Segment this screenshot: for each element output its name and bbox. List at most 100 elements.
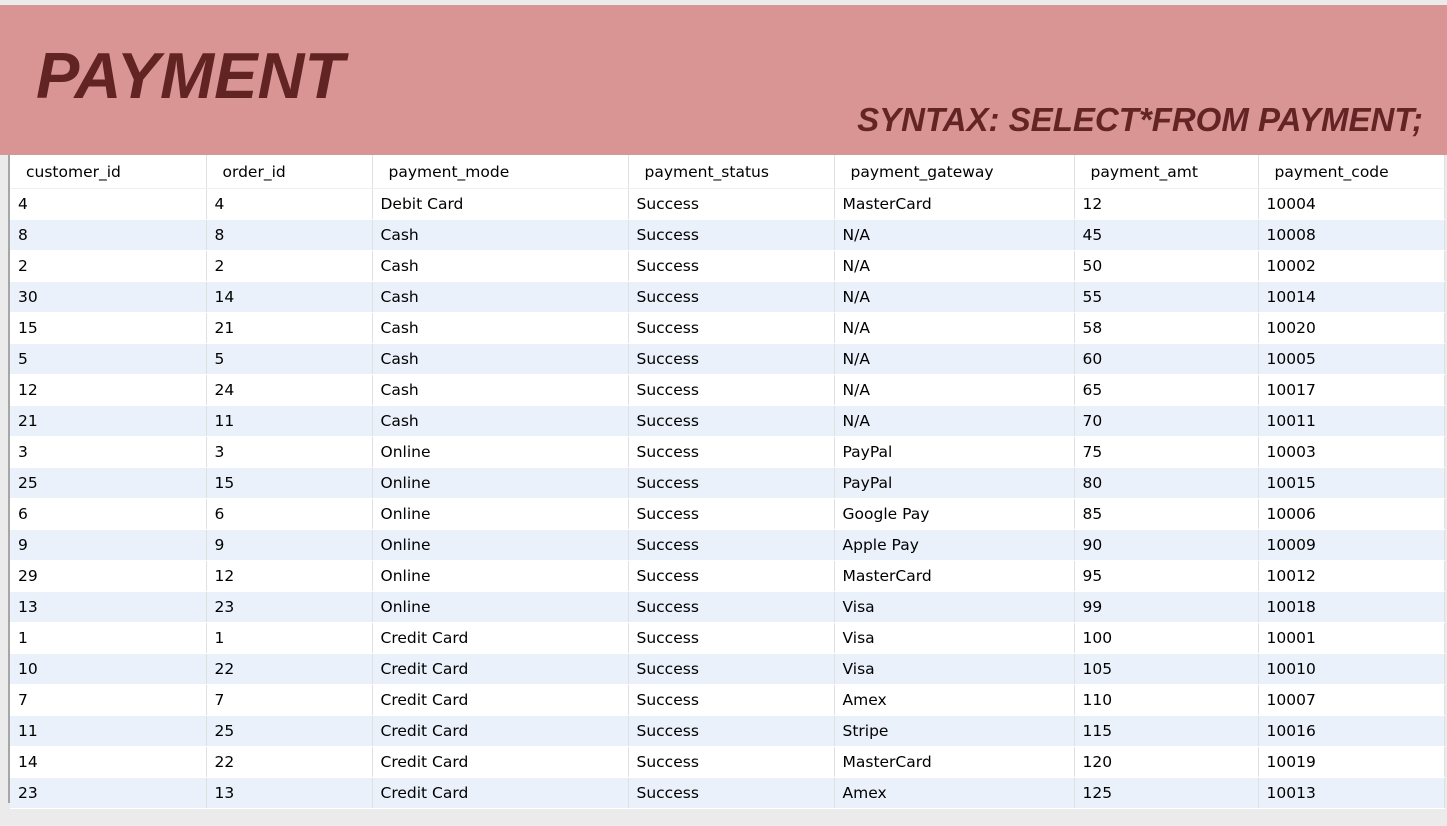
cell-customer-id[interactable]: 8 (10, 219, 207, 251)
column-header-customer-id[interactable]: customer_id (10, 155, 207, 189)
cell-customer-id[interactable]: 13 (10, 591, 207, 623)
cell-payment-code[interactable]: 10013 (1258, 777, 1445, 809)
cell-payment-code[interactable]: 10010 (1258, 653, 1445, 685)
cell-payment-gateway[interactable]: Visa (834, 591, 1075, 623)
cell-customer-id[interactable]: 15 (10, 312, 207, 344)
cell-payment-amt[interactable]: 12 (1074, 188, 1259, 220)
cell-payment-gateway[interactable]: N/A (834, 312, 1075, 344)
cell-payment-mode[interactable]: Credit Card (372, 684, 629, 716)
cell-order-id[interactable]: 13 (206, 777, 373, 809)
cell-payment-amt[interactable]: 115 (1074, 715, 1259, 747)
cell-customer-id[interactable]: 3 (10, 436, 207, 468)
cell-payment-amt[interactable]: 100 (1074, 622, 1259, 654)
cell-payment-mode[interactable]: Credit Card (372, 622, 629, 654)
cell-payment-status[interactable]: Success (628, 591, 835, 623)
cell-payment-gateway[interactable]: Amex (834, 684, 1075, 716)
table-row[interactable]: 21 11 Cash Success N/A 70 10011 (10, 405, 1445, 437)
table-row[interactable]: 29 12 Online Success MasterCard 95 10012 (10, 560, 1445, 592)
cell-payment-mode[interactable]: Credit Card (372, 653, 629, 685)
cell-order-id[interactable]: 23 (206, 591, 373, 623)
cell-payment-code[interactable]: 10009 (1258, 529, 1445, 561)
cell-payment-code[interactable]: 10004 (1258, 188, 1445, 220)
cell-payment-status[interactable]: Success (628, 529, 835, 561)
cell-payment-amt[interactable]: 99 (1074, 591, 1259, 623)
cell-payment-mode[interactable]: Cash (372, 219, 629, 251)
table-row[interactable]: 8 8 Cash Success N/A 45 10008 (10, 219, 1445, 251)
cell-payment-gateway[interactable]: Visa (834, 622, 1075, 654)
table-row[interactable]: 11 25 Credit Card Success Stripe 115 10016 (10, 715, 1445, 747)
cell-payment-mode[interactable]: Cash (372, 343, 629, 375)
cell-payment-mode[interactable]: Debit Card (372, 188, 629, 220)
table-row[interactable]: 25 15 Online Success PayPal 80 10015 (10, 467, 1445, 499)
cell-customer-id[interactable]: 23 (10, 777, 207, 809)
cell-payment-amt[interactable]: 60 (1074, 343, 1259, 375)
cell-payment-status[interactable]: Success (628, 498, 835, 530)
column-header-order-id[interactable]: order_id (206, 155, 373, 189)
cell-payment-code[interactable]: 10003 (1258, 436, 1445, 468)
table-row[interactable]: 7 7 Credit Card Success Amex 110 10007 (10, 684, 1445, 716)
cell-payment-mode[interactable]: Cash (372, 312, 629, 344)
cell-payment-code[interactable]: 10015 (1258, 467, 1445, 499)
cell-payment-code[interactable]: 10006 (1258, 498, 1445, 530)
cell-payment-mode[interactable]: Online (372, 591, 629, 623)
cell-payment-amt[interactable]: 45 (1074, 219, 1259, 251)
cell-payment-status[interactable]: Success (628, 405, 835, 437)
cell-payment-amt[interactable]: 65 (1074, 374, 1259, 406)
cell-payment-code[interactable]: 10018 (1258, 591, 1445, 623)
cell-payment-gateway[interactable]: MasterCard (834, 560, 1075, 592)
cell-customer-id[interactable]: 10 (10, 653, 207, 685)
cell-payment-gateway[interactable]: Google Pay (834, 498, 1075, 530)
cell-customer-id[interactable]: 29 (10, 560, 207, 592)
cell-payment-gateway[interactable]: MasterCard (834, 746, 1075, 778)
cell-payment-gateway[interactable]: Visa (834, 653, 1075, 685)
cell-payment-mode[interactable]: Online (372, 529, 629, 561)
cell-payment-mode[interactable]: Credit Card (372, 777, 629, 809)
cell-payment-amt[interactable]: 58 (1074, 312, 1259, 344)
cell-payment-gateway[interactable]: N/A (834, 374, 1075, 406)
table-row[interactable]: 3 3 Online Success PayPal 75 10003 (10, 436, 1445, 468)
cell-customer-id[interactable]: 14 (10, 746, 207, 778)
cell-customer-id[interactable]: 7 (10, 684, 207, 716)
table-row[interactable]: 5 5 Cash Success N/A 60 10005 (10, 343, 1445, 375)
cell-customer-id[interactable]: 9 (10, 529, 207, 561)
table-row[interactable]: 12 24 Cash Success N/A 65 10017 (10, 374, 1445, 406)
cell-payment-mode[interactable]: Cash (372, 281, 629, 313)
cell-payment-status[interactable]: Success (628, 653, 835, 685)
column-header-payment-mode[interactable]: payment_mode (372, 155, 629, 189)
cell-payment-code[interactable]: 10016 (1258, 715, 1445, 747)
cell-order-id[interactable]: 5 (206, 343, 373, 375)
cell-order-id[interactable]: 22 (206, 653, 373, 685)
cell-payment-amt[interactable]: 125 (1074, 777, 1259, 809)
cell-payment-gateway[interactable]: N/A (834, 250, 1075, 282)
cell-payment-status[interactable]: Success (628, 374, 835, 406)
column-header-payment-code[interactable]: payment_code (1258, 155, 1445, 189)
cell-payment-mode[interactable]: Cash (372, 405, 629, 437)
column-header-payment-amt[interactable]: payment_amt (1074, 155, 1259, 189)
cell-payment-code[interactable]: 10011 (1258, 405, 1445, 437)
column-header-payment-gateway[interactable]: payment_gateway (834, 155, 1075, 189)
cell-payment-mode[interactable]: Online (372, 436, 629, 468)
cell-payment-status[interactable]: Success (628, 250, 835, 282)
cell-customer-id[interactable]: 30 (10, 281, 207, 313)
cell-order-id[interactable]: 9 (206, 529, 373, 561)
cell-payment-status[interactable]: Success (628, 312, 835, 344)
cell-payment-gateway[interactable]: Amex (834, 777, 1075, 809)
cell-payment-gateway[interactable]: N/A (834, 405, 1075, 437)
cell-order-id[interactable]: 15 (206, 467, 373, 499)
cell-order-id[interactable]: 2 (206, 250, 373, 282)
cell-payment-gateway[interactable]: Stripe (834, 715, 1075, 747)
cell-payment-gateway[interactable]: MasterCard (834, 188, 1075, 220)
table-row[interactable]: 23 13 Credit Card Success Amex 125 10013 (10, 777, 1445, 809)
cell-payment-status[interactable]: Success (628, 777, 835, 809)
cell-customer-id[interactable]: 1 (10, 622, 207, 654)
cell-customer-id[interactable]: 6 (10, 498, 207, 530)
table-row[interactable]: 6 6 Online Success Google Pay 85 10006 (10, 498, 1445, 530)
cell-payment-status[interactable]: Success (628, 436, 835, 468)
cell-order-id[interactable]: 12 (206, 560, 373, 592)
cell-payment-gateway[interactable]: PayPal (834, 436, 1075, 468)
cell-payment-mode[interactable]: Online (372, 467, 629, 499)
cell-payment-amt[interactable]: 70 (1074, 405, 1259, 437)
cell-payment-status[interactable]: Success (628, 219, 835, 251)
cell-order-id[interactable]: 7 (206, 684, 373, 716)
cell-payment-code[interactable]: 10008 (1258, 219, 1445, 251)
